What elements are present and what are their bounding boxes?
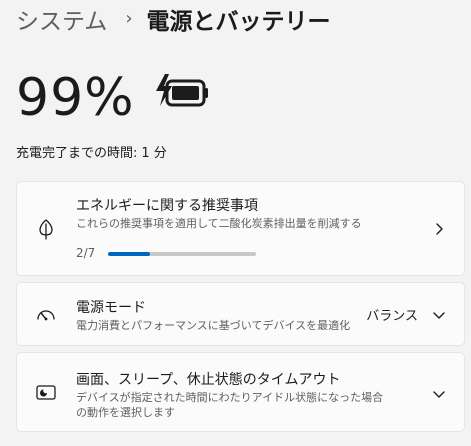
energy-recommendations-subtitle: これらの推奨事項を適用して二酸化炭素排出量を削減する (76, 217, 362, 230)
charge-time-label: 充電完了までの時間: (16, 146, 138, 161)
energy-recommendations-title: エネルギーに関する推奨事項 (76, 198, 258, 214)
page-title: 電源とバッテリー (146, 9, 331, 35)
battery-status: 99% (16, 66, 211, 130)
charge-time: 充電完了までの時間: 1 分 (16, 142, 167, 161)
screen-sleep-timeout-title: 画面、スリープ、休止状態のタイムアウト (76, 372, 341, 388)
chevron-down-icon[interactable] (432, 308, 446, 322)
charge-time-value: 1 分 (141, 146, 167, 161)
power-mode-card: 電源モード 電力消費とパフォーマンスに基づいてデバイスを最適化 バランス (16, 282, 465, 346)
energy-recommendations-card[interactable]: エネルギーに関する推奨事項 これらの推奨事項を適用して二酸化炭素排出量を削減する… (16, 181, 465, 276)
leaf-icon (39, 219, 53, 240)
screen-sleep-timeout-subtitle: デバイスが指定された時間にわたりアイドル状態になった場合の動作を選択します (76, 391, 384, 419)
battery-charging-icon (155, 74, 208, 107)
power-mode-dropdown[interactable]: バランス (366, 305, 418, 324)
energy-progress-fill (108, 252, 151, 256)
breadcrumb-separator-icon: › (125, 7, 133, 29)
breadcrumb-parent-link[interactable]: システム (16, 2, 107, 36)
energy-progress-label: 2/7 (76, 246, 96, 260)
power-mode-title: 電源モード (76, 300, 146, 316)
energy-progress-bar (108, 252, 256, 256)
power-mode-subtitle: 電力消費とパフォーマンスに基づいてデバイスを最適化 (76, 319, 351, 332)
screen-sleep-icon (36, 385, 56, 400)
chevron-down-icon[interactable] (432, 387, 446, 401)
speedometer-icon (37, 310, 55, 321)
chevron-right-icon (436, 223, 443, 235)
breadcrumb: システム › 電源とバッテリー (16, 2, 331, 36)
battery-percentage: 99% (16, 68, 135, 128)
screen-sleep-timeout-card[interactable]: 画面、スリープ、休止状態のタイムアウト デバイスが指定された時間にわたりアイドル… (16, 352, 465, 432)
